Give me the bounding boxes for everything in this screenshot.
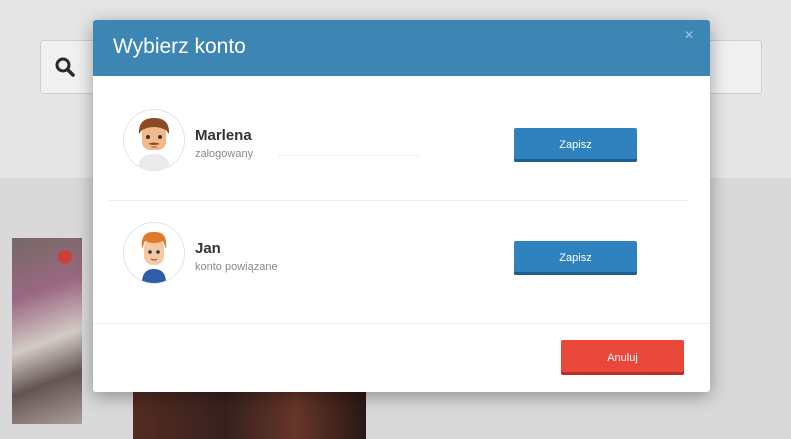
close-icon[interactable]: ✕ <box>684 28 694 42</box>
choose-account-dialog: Wybierz konto ✕ Marlena zalogowany Zapis… <box>93 20 710 392</box>
account-status: zalogowany <box>195 148 254 160</box>
account-name: Marlena <box>195 127 252 144</box>
save-button-marlena[interactable]: Zapisz <box>514 128 637 162</box>
avatar-man-icon <box>123 109 185 171</box>
dialog-header: Wybierz konto ✕ <box>93 20 710 76</box>
cancel-button[interactable]: Anuluj <box>561 340 684 375</box>
save-button-jan[interactable]: Zapisz <box>514 241 637 275</box>
account-name: Jan <box>195 240 221 257</box>
account-row-marlena: Marlena zalogowany Zapisz <box>109 85 689 195</box>
avatar-boy-icon <box>123 222 185 284</box>
footer-divider <box>93 323 710 324</box>
account-row-jan: Jan konto powiązane Zapisz <box>109 198 689 308</box>
account-status: konto powiązane <box>195 261 278 273</box>
dialog-title: Wybierz konto <box>113 35 246 58</box>
dotted-separator <box>279 155 419 157</box>
